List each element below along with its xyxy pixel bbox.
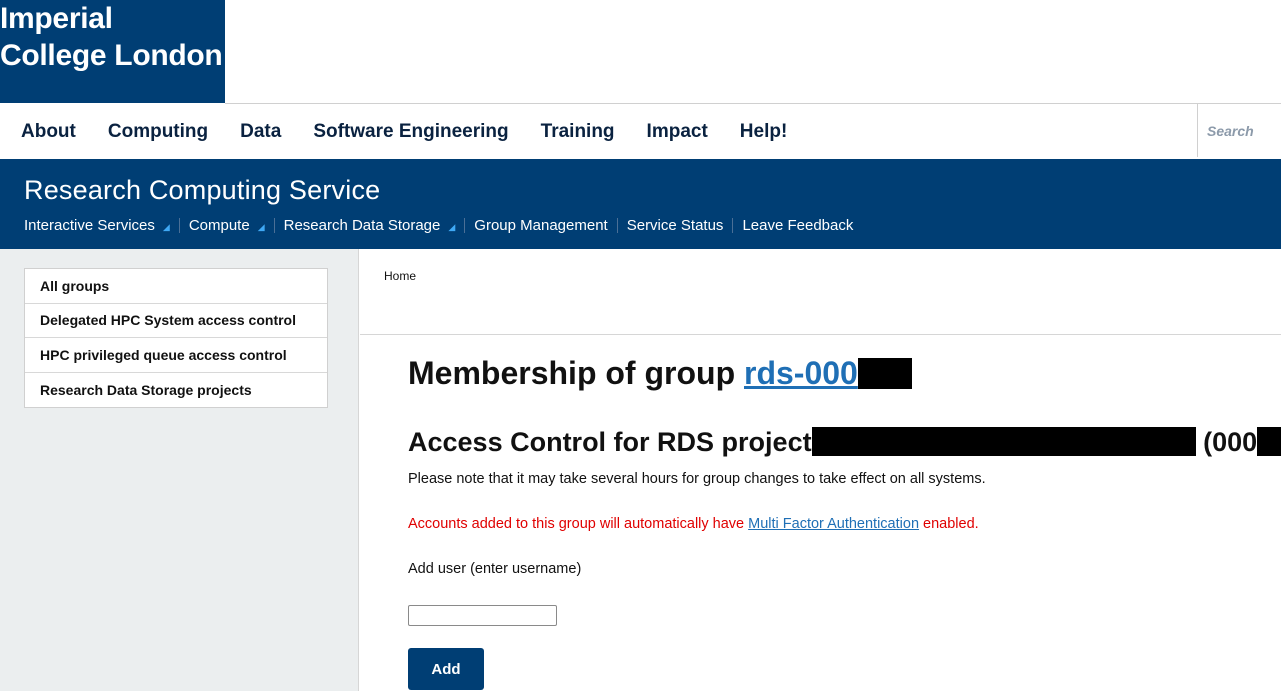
mfa-warning-before: Accounts added to this group will automa… bbox=[408, 516, 749, 532]
dropdown-caret-icon: ◢ bbox=[257, 222, 265, 232]
dropdown-caret-icon: ◢ bbox=[448, 222, 456, 232]
subnav-interactive-services[interactable]: Interactive Services ◢ bbox=[24, 217, 170, 234]
nav-about[interactable]: About bbox=[21, 121, 76, 143]
nav-training[interactable]: Training bbox=[541, 121, 615, 143]
subnav-separator bbox=[178, 218, 180, 233]
subnav-label: Leave Feedback bbox=[742, 217, 854, 234]
rds-heading-prefix: Access Control for RDS project bbox=[408, 427, 812, 457]
nav-computing[interactable]: Computing bbox=[108, 121, 208, 143]
subnav-leave-feedback[interactable]: Leave Feedback bbox=[742, 217, 853, 234]
logo-line-1: Imperial bbox=[0, 2, 113, 35]
logo-line-2: College London bbox=[0, 39, 223, 72]
redaction-block bbox=[1257, 427, 1281, 457]
mfa-warning-after: enabled. bbox=[919, 516, 979, 532]
sidebar-item-delegated-hpc[interactable]: Delegated HPC System access control bbox=[25, 304, 327, 338]
subnav-compute[interactable]: Compute ◢ bbox=[189, 217, 265, 234]
breadcrumb: Home bbox=[384, 269, 416, 283]
mfa-warning: Accounts added to this group will automa… bbox=[408, 516, 979, 532]
rds-project-heading: Access Control for RDS project (000) bbox=[408, 427, 1281, 458]
group-link[interactable]: rds-000 bbox=[744, 355, 858, 391]
subnav-label: Service Status bbox=[626, 217, 724, 234]
nav-impact[interactable]: Impact bbox=[647, 121, 708, 143]
subnav-service-status[interactable]: Service Status bbox=[627, 217, 724, 234]
nav-data[interactable]: Data bbox=[240, 121, 281, 143]
subnav-label: Research Data Storage bbox=[283, 217, 441, 234]
sidebar-item-rds-projects[interactable]: Research Data Storage projects bbox=[25, 373, 327, 408]
service-banner: Research Computing Service Interactive S… bbox=[0, 159, 1281, 249]
service-title[interactable]: Research Computing Service bbox=[24, 175, 380, 206]
main-navigation: About Computing Data Software Engineerin… bbox=[0, 104, 1281, 159]
subnav-label: Interactive Services bbox=[24, 217, 155, 234]
service-subnav: Interactive Services ◢ Compute ◢ Researc… bbox=[24, 217, 853, 234]
sidebar-item-all-groups[interactable]: All groups bbox=[25, 269, 327, 304]
imperial-logo[interactable]: Imperial College London bbox=[0, 0, 225, 103]
breadcrumb-divider bbox=[360, 334, 1281, 335]
mfa-link[interactable]: Multi Factor Authentication bbox=[748, 516, 919, 532]
nav-help[interactable]: Help! bbox=[740, 121, 788, 143]
dropdown-caret-icon: ◢ bbox=[162, 222, 170, 232]
search-placeholder: Search bbox=[1207, 122, 1254, 139]
nav-software-engineering[interactable]: Software Engineering bbox=[313, 121, 508, 143]
redaction-block bbox=[857, 358, 912, 390]
subnav-label: Compute bbox=[188, 217, 250, 234]
subnav-separator bbox=[732, 218, 734, 233]
sidebar-menu: All groups Delegated HPC System access c… bbox=[24, 268, 328, 408]
page-title-prefix: Membership of group bbox=[408, 355, 744, 391]
add-user-button[interactable]: Add bbox=[408, 648, 484, 690]
rds-heading-code-open: (000 bbox=[1195, 427, 1258, 457]
subnav-research-data-storage[interactable]: Research Data Storage ◢ bbox=[284, 217, 456, 234]
add-user-label: Add user (enter username) bbox=[408, 561, 582, 577]
subnav-label: Group Management bbox=[474, 217, 608, 234]
sidebar: All groups Delegated HPC System access c… bbox=[0, 249, 359, 691]
page-title: Membership of group rds-000 bbox=[408, 355, 912, 392]
breadcrumb-home[interactable]: Home bbox=[384, 269, 416, 283]
username-field[interactable] bbox=[408, 605, 557, 626]
propagation-note: Please note that it may take several hou… bbox=[408, 471, 986, 487]
redaction-block bbox=[811, 427, 1196, 457]
search-input[interactable]: Search bbox=[1197, 104, 1281, 157]
subnav-separator bbox=[616, 218, 618, 233]
subnav-group-management[interactable]: Group Management bbox=[474, 217, 607, 234]
subnav-separator bbox=[464, 218, 466, 233]
subnav-separator bbox=[273, 218, 275, 233]
sidebar-item-hpc-privileged-queue[interactable]: HPC privileged queue access control bbox=[25, 338, 327, 373]
